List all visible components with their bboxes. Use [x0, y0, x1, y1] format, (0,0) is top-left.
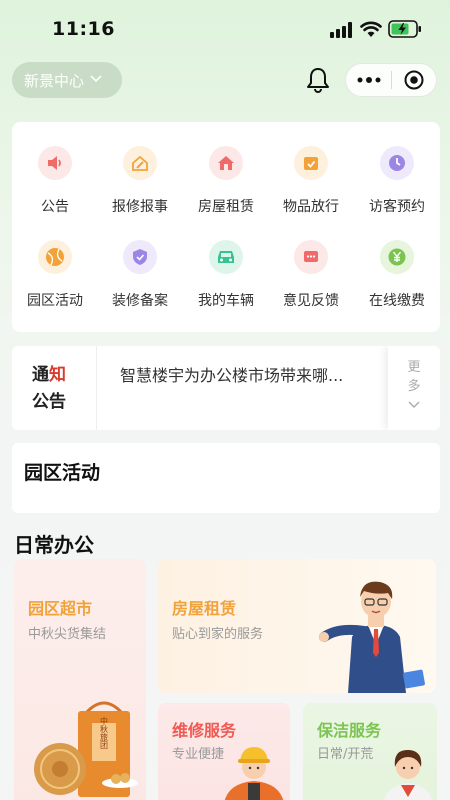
yuan-icon: [380, 240, 414, 274]
service-my-vehicle[interactable]: 我的车辆: [183, 240, 269, 310]
more-dots-icon: [357, 77, 380, 83]
service-house-rental[interactable]: 房屋租赁: [183, 146, 269, 216]
tile-supermarket[interactable]: 园区超市 中秋尖货集结 中秋旅团: [14, 559, 146, 800]
tile-title: 维修服务: [172, 721, 237, 740]
bell-icon[interactable]: [306, 67, 330, 93]
tile-subtitle: 日常/开荒: [317, 747, 374, 762]
service-online-payment[interactable]: 在线缴费: [354, 240, 440, 310]
target-icon: [404, 70, 424, 90]
status-time: 11:16: [52, 18, 115, 40]
speaker-icon: [38, 146, 72, 180]
notice-title-char-highlight: 知: [49, 365, 66, 385]
package-icon: [294, 146, 328, 180]
repair-worker-illustration: [224, 747, 284, 800]
ball-icon: [38, 240, 72, 274]
tile-title: 保洁服务: [317, 721, 382, 740]
tile-subtitle: 中秋尖货集结: [28, 627, 107, 642]
service-label: 在线缴费: [369, 293, 425, 309]
notice-title-char: 通: [32, 365, 49, 385]
notice-more-button[interactable]: 更 多: [388, 346, 440, 430]
service-label: 我的车辆: [198, 293, 254, 309]
tile-repair-service[interactable]: 维修服务 专业便捷: [158, 703, 290, 800]
service-announcement[interactable]: 公告: [12, 146, 98, 216]
notice-title: 通知 公告: [32, 362, 76, 416]
location-selector[interactable]: 新景中心: [12, 62, 122, 98]
notice-bar[interactable]: 通知 公告 智慧楼宇为办公楼市场带来哪... 更 多: [12, 346, 440, 430]
notice-headline[interactable]: 智慧楼宇为办公楼市场带来哪...: [120, 362, 343, 386]
location-label: 新景中心: [24, 71, 85, 90]
miniprogram-capsule: [345, 63, 437, 97]
notice-more-char: 更: [407, 360, 421, 375]
service-label: 访客预约: [369, 199, 425, 215]
office-section-title: 日常办公: [14, 533, 94, 557]
tile-house-rental[interactable]: 房屋租赁 贴心到家的服务: [158, 559, 436, 693]
activities-title: 园区活动: [24, 462, 101, 484]
service-repair[interactable]: 报修报事: [97, 146, 183, 216]
repair-icon: [123, 146, 157, 180]
chevron-down-icon: [90, 75, 102, 83]
service-label: 园区活动: [27, 293, 83, 309]
mooncake-illustration: 中秋旅团: [34, 701, 138, 797]
service-activities[interactable]: 园区活动: [12, 240, 98, 310]
service-feedback[interactable]: 意见反馈: [268, 240, 354, 310]
shield-icon: [123, 240, 157, 274]
tile-title: 房屋租赁: [172, 599, 237, 618]
mooncake-box-text: 中秋旅团: [100, 716, 109, 750]
car-icon: [209, 240, 243, 274]
notice-title-line2: 公告: [32, 392, 66, 412]
close-miniprogram-button[interactable]: [392, 70, 436, 90]
wifi-icon: [360, 21, 382, 37]
notice-divider: [96, 346, 97, 430]
clock-icon: [380, 146, 414, 180]
feedback-icon: [294, 240, 328, 274]
tile-subtitle: 贴心到家的服务: [172, 627, 264, 642]
service-label: 房屋租赁: [198, 199, 254, 215]
status-bar: 11:16: [0, 0, 450, 60]
tile-title: 园区超市: [28, 599, 93, 618]
service-label: 公告: [41, 199, 69, 215]
service-grid: 公告 报修报事 房屋租赁 物品放行 访客预约 园区活动 装修备案 我的车辆 意见…: [12, 122, 440, 332]
tile-subtitle: 专业便捷: [172, 747, 225, 762]
cleaner-illustration: [383, 749, 433, 800]
notice-more-char: 多: [407, 379, 421, 394]
more-button[interactable]: [346, 77, 391, 83]
service-renovation[interactable]: 装修备案: [97, 240, 183, 310]
service-label: 物品放行: [283, 199, 339, 215]
tile-cleaning-service[interactable]: 保洁服务 日常/开荒: [303, 703, 437, 800]
battery-icon: [388, 20, 421, 38]
service-label: 报修报事: [112, 199, 168, 215]
businessman-illustration: [319, 581, 425, 693]
service-item-release[interactable]: 物品放行: [268, 146, 354, 216]
signal-icon: [330, 22, 352, 38]
service-label: 装修备案: [112, 293, 168, 309]
service-visitor[interactable]: 访客预约: [354, 146, 440, 216]
activities-card[interactable]: 园区活动: [12, 443, 440, 513]
chevron-down-icon: [408, 401, 420, 408]
service-label: 意见反馈: [283, 293, 339, 309]
house-icon: [209, 146, 243, 180]
